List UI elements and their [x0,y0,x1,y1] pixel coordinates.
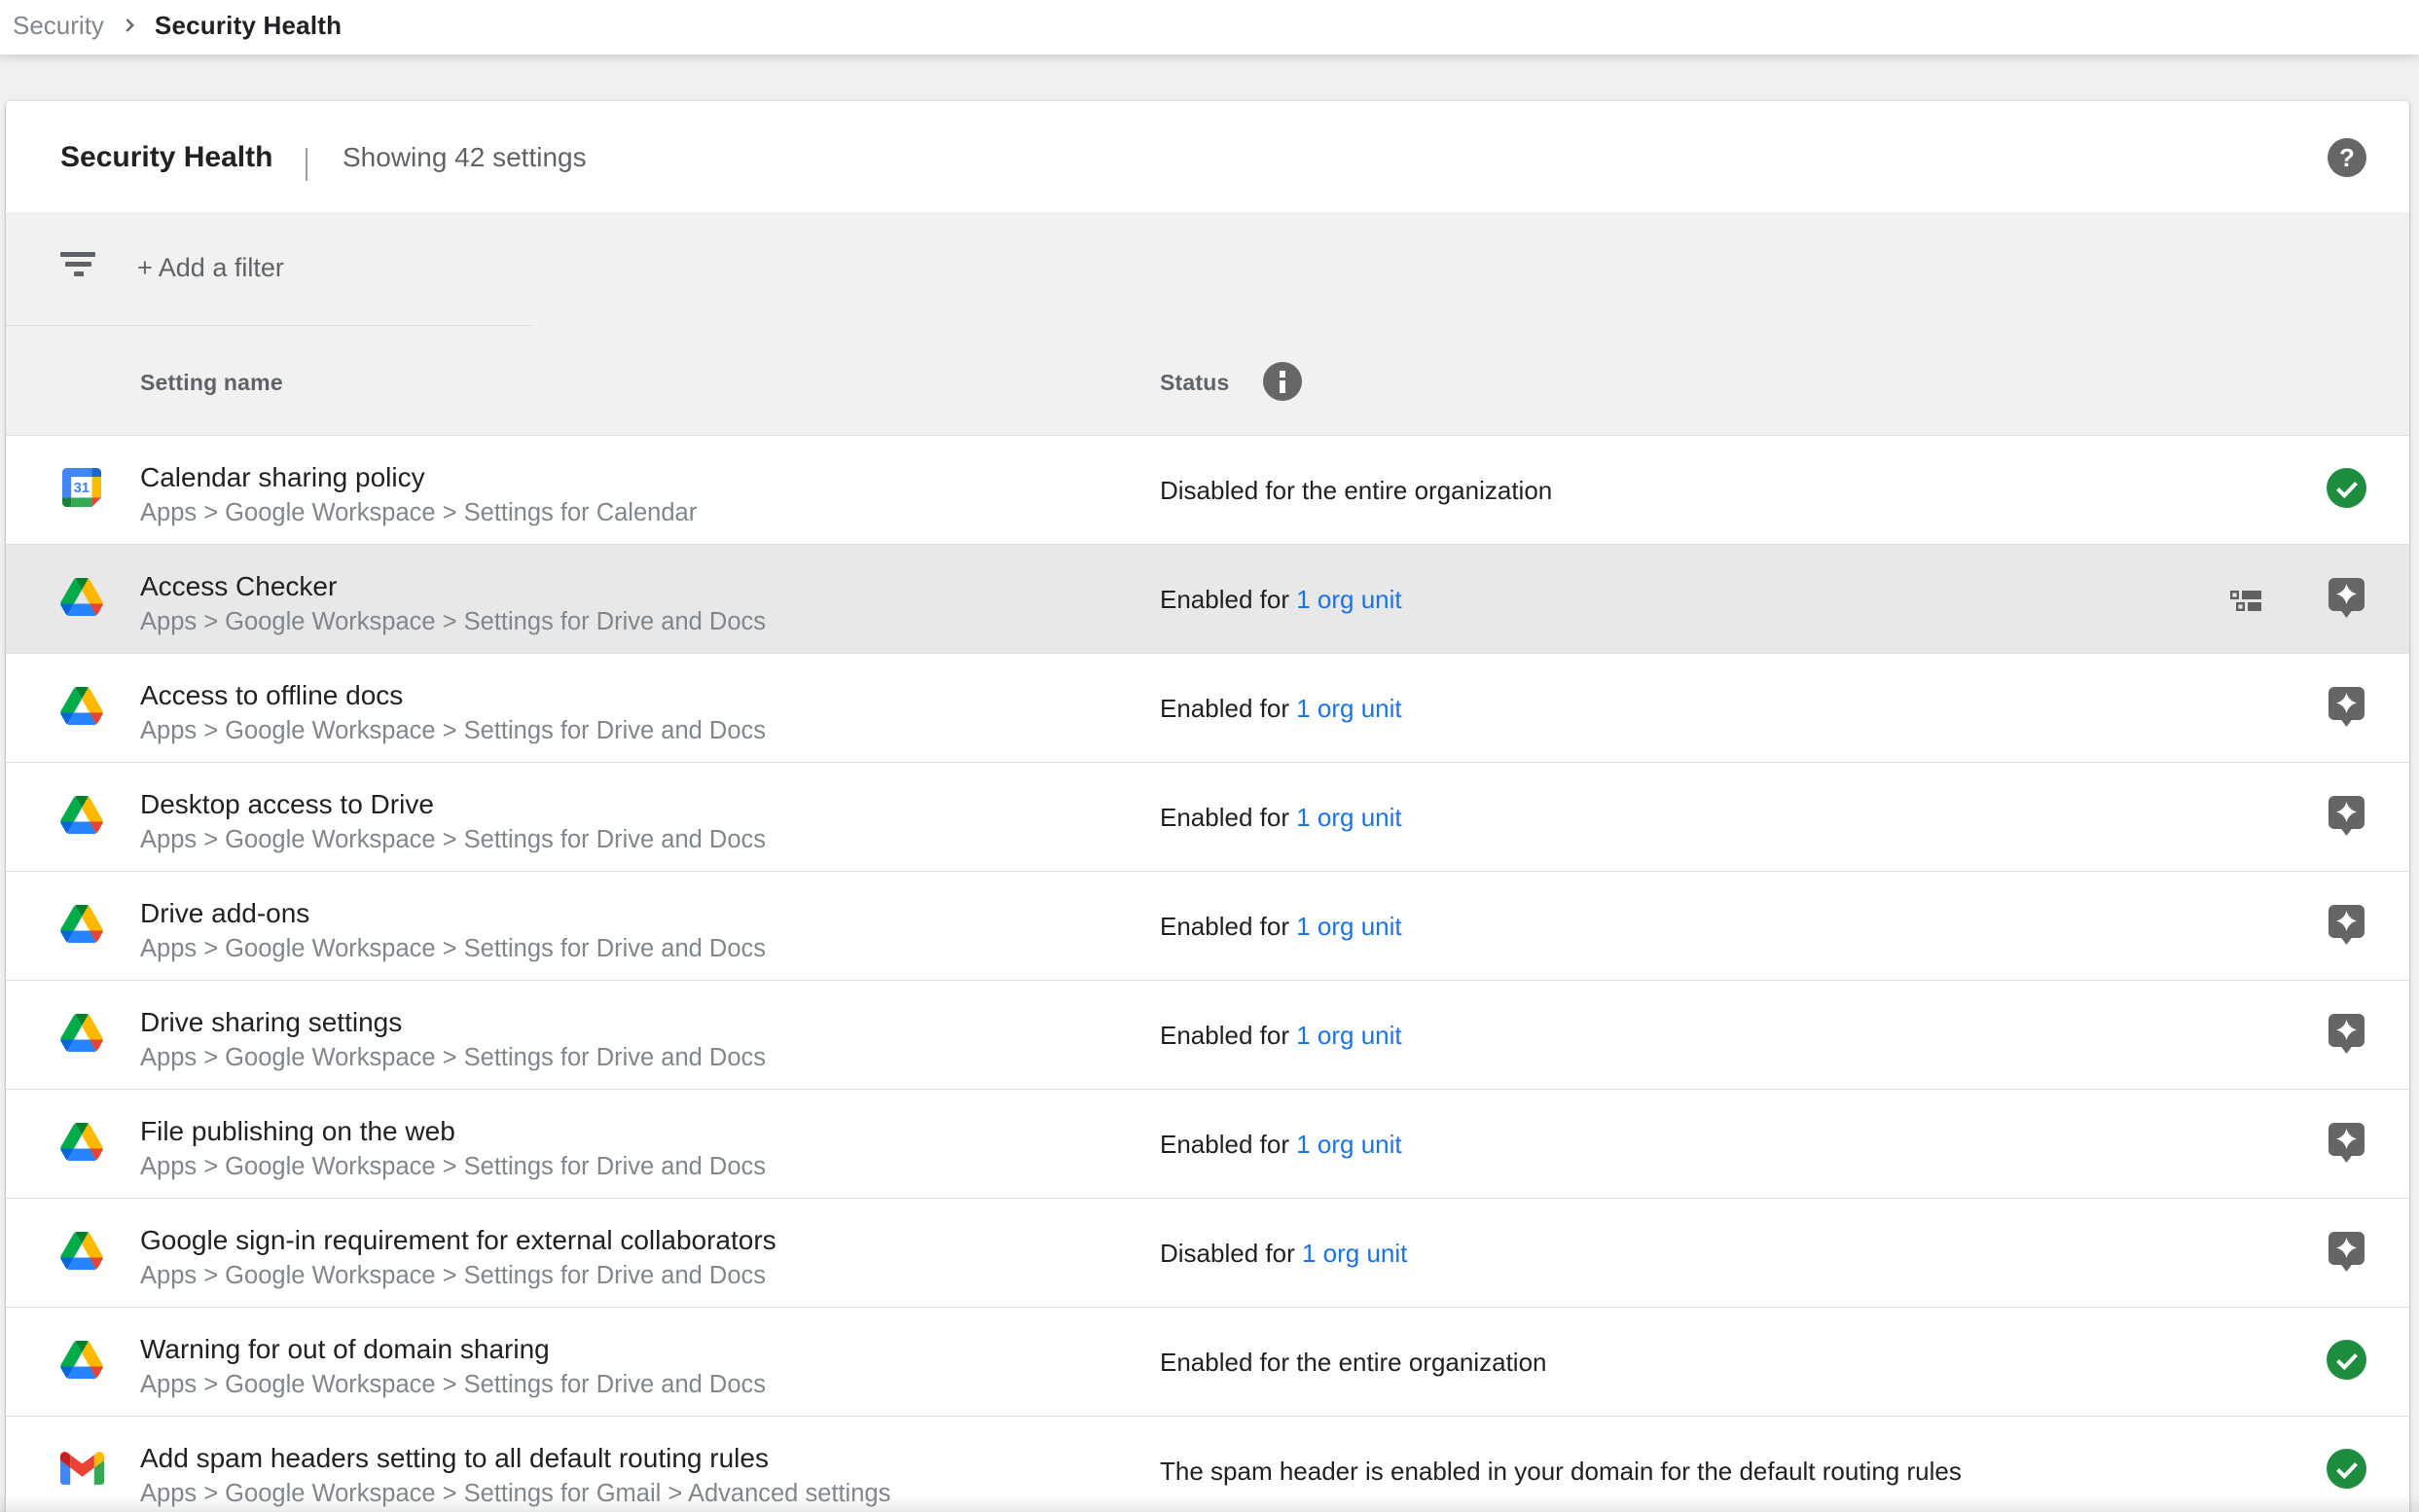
svg-text:31: 31 [74,481,90,496]
